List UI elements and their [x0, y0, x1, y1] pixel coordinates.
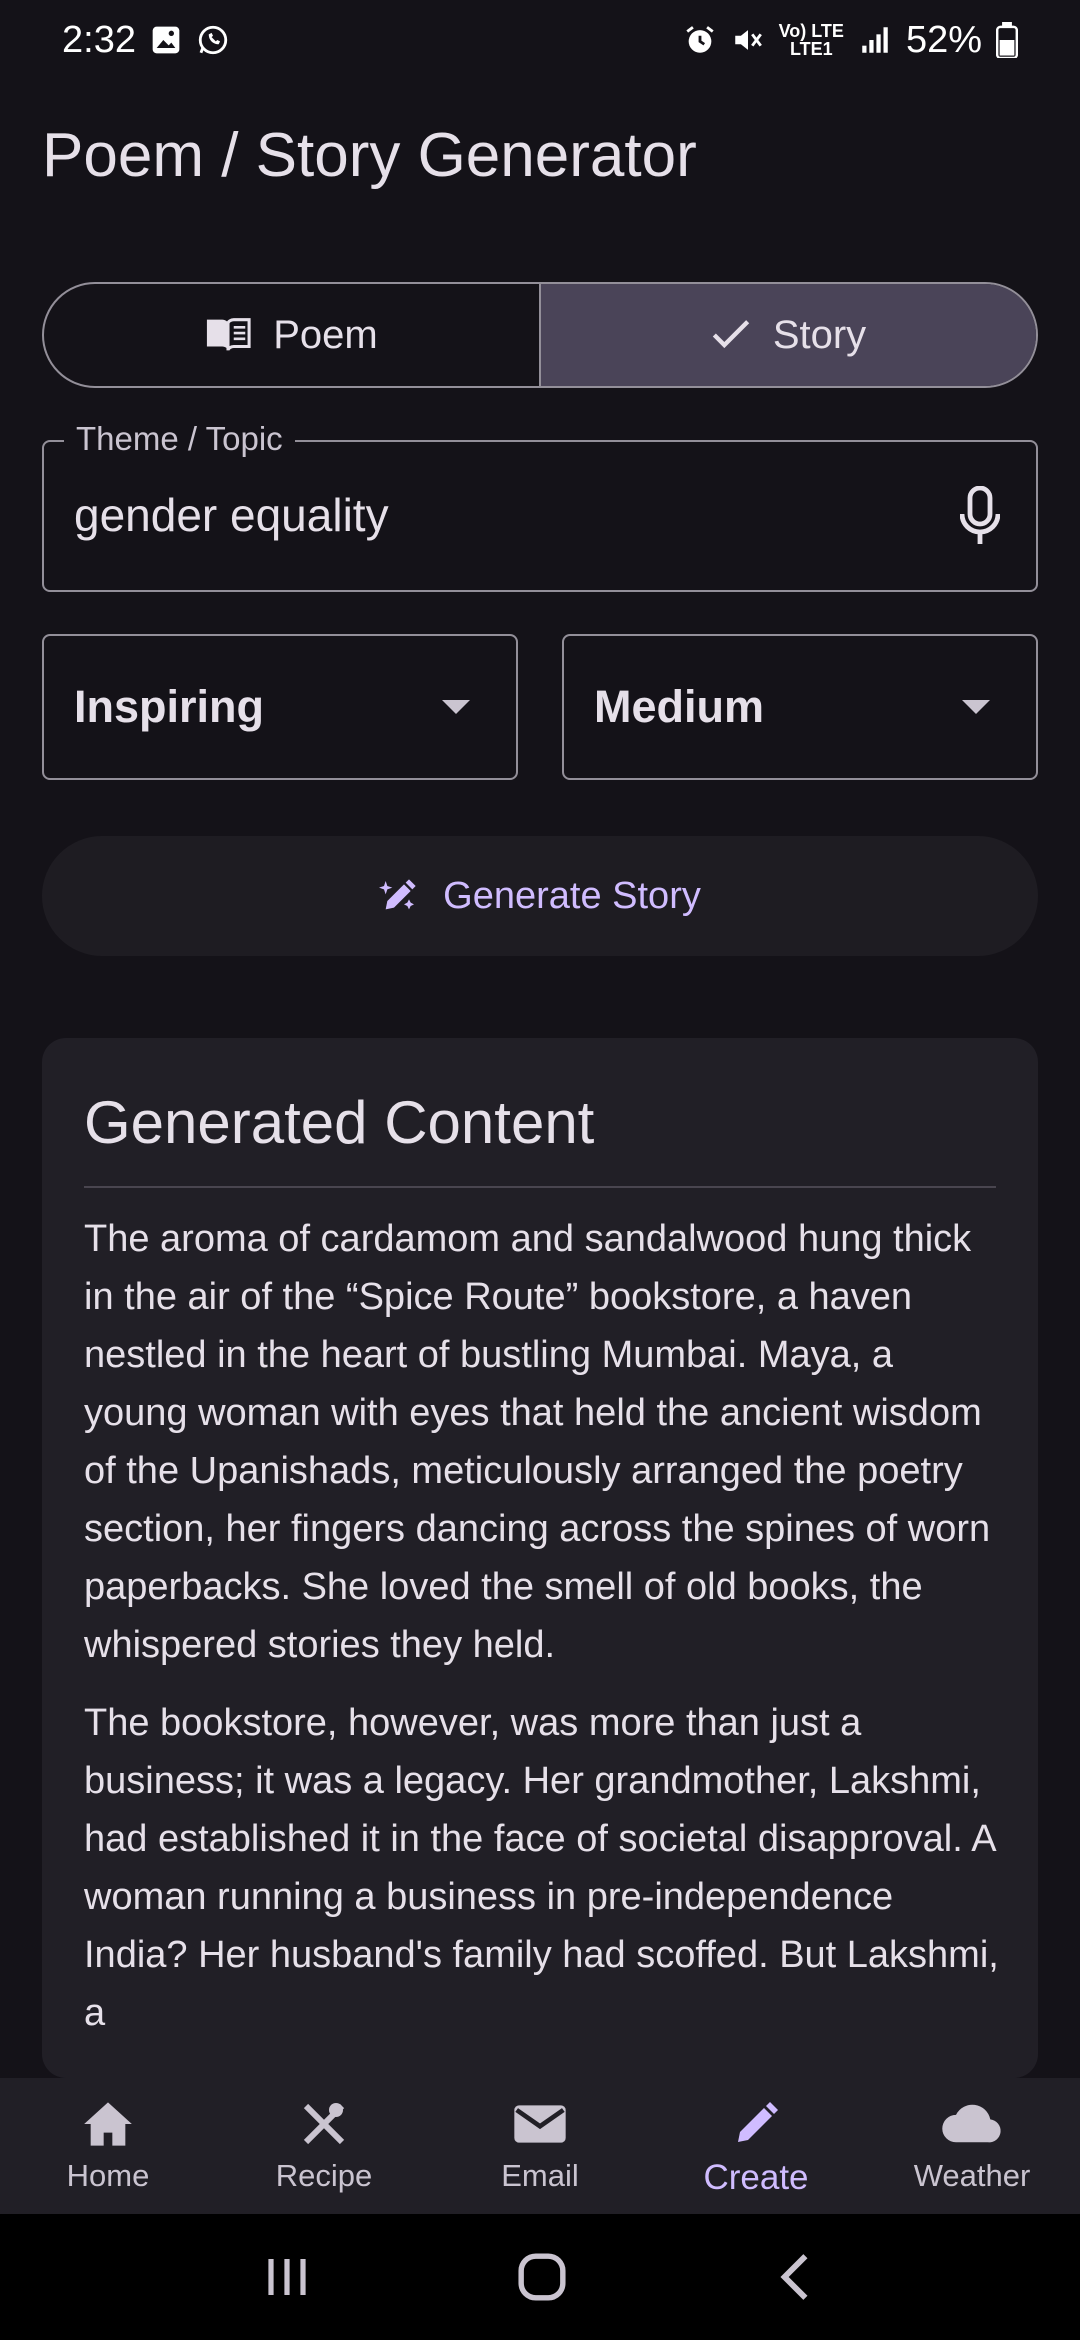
mic-icon[interactable]: [960, 486, 1000, 546]
nav-label-email: Email: [501, 2158, 579, 2193]
alarm-icon: [686, 26, 714, 53]
status-bar: 2:32 Vo) LTE LTE1 52%: [0, 0, 1080, 80]
generate-story-button[interactable]: Generate Story: [42, 836, 1038, 956]
status-time: 2:32: [62, 18, 136, 61]
battery-percent: 52%: [905, 18, 982, 61]
length-dropdown-value: Medium: [594, 681, 765, 732]
mail-icon: [514, 2105, 566, 2143]
recent-apps-icon[interactable]: [263, 2255, 311, 2299]
pencil-icon: [738, 2102, 778, 2142]
divider: [84, 1186, 996, 1188]
signal-icon: [862, 27, 888, 53]
check-icon: [712, 320, 750, 349]
system-navigation-bar: [0, 2214, 1080, 2340]
generated-content-body: The aroma of cardamom and sandalwood hun…: [84, 1210, 1004, 2062]
segment-poem[interactable]: Poem: [44, 284, 539, 386]
generate-story-label: Generate Story: [443, 874, 701, 917]
back-icon[interactable]: [773, 2252, 817, 2302]
segment-poem-label: Poem: [273, 312, 378, 357]
nav-item-create[interactable]: Create: [648, 2078, 864, 2214]
chevron-down-icon: [962, 700, 990, 714]
nav-label-weather: Weather: [913, 2158, 1031, 2193]
generated-content-title: Generated Content: [84, 1089, 595, 1156]
mode-segmented-control: Poem Story: [42, 282, 1038, 388]
nav-label-recipe: Recipe: [275, 2158, 373, 2193]
mute-icon: [734, 30, 762, 50]
generated-content-card: Generated Content The aroma of cardamom …: [42, 1038, 1038, 2078]
page-title: Poem / Story Generator: [42, 121, 697, 190]
whatsapp-icon: [198, 25, 228, 55]
battery-icon: [996, 22, 1018, 58]
bottom-navigation: Home Recipe Email Create Weather: [0, 2078, 1080, 2214]
book-icon: [207, 318, 251, 351]
home-button-icon[interactable]: [517, 2252, 567, 2302]
nav-label-home: Home: [66, 2158, 150, 2193]
nav-label-create: Create: [703, 2158, 809, 2197]
nav-item-email[interactable]: Email: [432, 2078, 648, 2214]
gallery-icon: [152, 26, 180, 54]
theme-input-value[interactable]: gender equality: [74, 488, 389, 542]
theme-input-label: Theme / Topic: [64, 420, 295, 458]
story-paragraph-1: The aroma of cardamom and sandalwood hun…: [84, 1218, 991, 1666]
status-left: 2:32: [62, 19, 230, 62]
nav-item-recipe[interactable]: Recipe: [216, 2078, 432, 2214]
length-dropdown[interactable]: Medium: [562, 634, 1038, 780]
theme-input[interactable]: Theme / Topic gender equality: [42, 420, 1038, 592]
network-label-top: Vo) LTE: [778, 21, 844, 41]
tone-dropdown[interactable]: Inspiring: [42, 634, 518, 780]
utensils-icon: [303, 2103, 345, 2145]
status-right: Vo) LTE LTE1 52%: [683, 19, 1018, 62]
segment-story[interactable]: Story: [539, 284, 1036, 386]
segment-story-label: Story: [772, 312, 867, 357]
nav-item-weather[interactable]: Weather: [864, 2078, 1080, 2214]
network-label-bottom: LTE1: [789, 39, 833, 59]
home-icon: [84, 2102, 132, 2146]
chevron-down-icon: [442, 700, 470, 714]
story-paragraph-2: The bookstore, however, was more than ju…: [84, 1702, 999, 2034]
nav-item-home[interactable]: Home: [0, 2078, 216, 2214]
cloud-icon: [942, 2104, 1001, 2143]
magic-pencil-icon: [379, 879, 416, 910]
network-label: Vo) LTE LTE1: [779, 22, 844, 58]
tone-dropdown-value: Inspiring: [74, 681, 264, 732]
